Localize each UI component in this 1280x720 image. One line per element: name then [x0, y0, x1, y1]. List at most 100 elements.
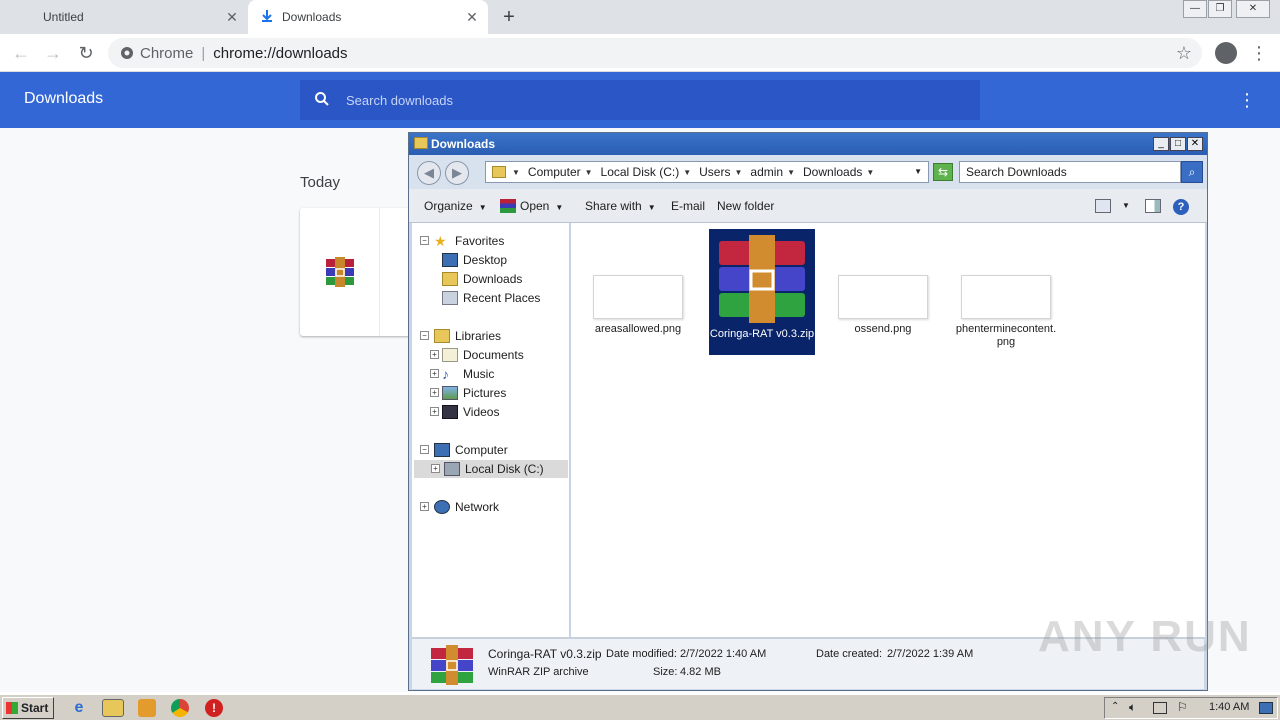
search-icon[interactable]: ⌕ [1181, 161, 1203, 183]
documents-icon [442, 348, 458, 362]
nav-pictures[interactable]: + Pictures [430, 384, 506, 402]
chevron-down-icon[interactable]: ▼ [512, 168, 520, 177]
breadcrumb-downloads[interactable]: Downloads [803, 165, 862, 179]
email-button[interactable]: E-mail [671, 199, 705, 213]
account-avatar-icon[interactable] [1215, 42, 1237, 64]
nav-videos[interactable]: + Videos [430, 403, 499, 421]
minimize-button[interactable]: — [1183, 0, 1207, 18]
tray-expand-icon[interactable]: ⌃ [1111, 701, 1119, 712]
back-button[interactable]: ← [10, 42, 32, 64]
history-dropdown-icon[interactable]: ▼ [914, 167, 922, 176]
file-name: areasallowed.png [594, 323, 682, 335]
downloads-search-input[interactable]: Search downloads [300, 80, 980, 120]
nav-label: Music [463, 367, 495, 381]
file-type: WinRAR ZIP archive [488, 666, 589, 678]
nav-label: Computer [455, 443, 508, 457]
explorer-search-input[interactable]: Search Downloads [959, 161, 1181, 183]
nav-music[interactable]: + ♪ Music [430, 365, 494, 383]
recent-places-icon [442, 291, 458, 305]
image-thumbnail [593, 275, 683, 319]
separator: | [201, 44, 206, 62]
media-player-icon[interactable] [138, 699, 156, 717]
breadcrumb-computer[interactable]: Computer [528, 165, 581, 179]
volume-icon[interactable]: 🔈︎ [1129, 700, 1136, 715]
nav-documents[interactable]: + Documents [430, 346, 524, 364]
help-icon[interactable]: ? [1173, 199, 1189, 215]
bookmark-star-icon[interactable]: ☆ [1176, 43, 1192, 64]
chevron-down-icon[interactable]: ▼ [585, 168, 593, 177]
forward-button[interactable]: → [42, 42, 64, 64]
chevron-down-icon[interactable]: ▼ [787, 168, 795, 177]
preview-pane-icon[interactable] [1145, 199, 1161, 213]
open-button[interactable]: Open ▼ [520, 199, 563, 213]
more-actions-icon[interactable]: ⋮ [1238, 90, 1256, 111]
date-created-value: 2/7/2022 1:39 AM [887, 648, 974, 660]
winrar-archive-icon [719, 235, 805, 323]
tab-downloads[interactable]: Downloads ✕ [248, 0, 488, 34]
nav-favorites[interactable]: − ★ Favorites [420, 232, 504, 250]
network-tray-icon[interactable] [1153, 702, 1167, 714]
file-item[interactable]: areasallowed.png [585, 275, 691, 336]
explorer-taskbar-icon[interactable] [102, 699, 124, 717]
videos-icon [442, 405, 458, 419]
close-window-button[interactable]: ✕ [1236, 0, 1270, 18]
restore-button[interactable]: ❐ [1208, 0, 1232, 18]
file-item[interactable]: ossend.png [830, 275, 936, 336]
chevron-down-icon[interactable]: ▼ [1122, 201, 1130, 210]
nav-libraries[interactable]: − Libraries [420, 327, 501, 345]
chevron-down-icon[interactable]: ▼ [734, 168, 742, 177]
file-item-selected[interactable]: Coringa-RAT v0.3.zip [709, 229, 815, 355]
nav-computer[interactable]: − Computer [420, 441, 508, 459]
refresh-icon[interactable]: ⇆ [933, 163, 953, 181]
organize-button[interactable]: Organize ▼ [424, 199, 487, 213]
stop-icon[interactable]: ! [205, 699, 223, 717]
new-tab-button[interactable]: + [498, 6, 520, 28]
file-name: Coringa-RAT v0.3.zip [709, 328, 815, 340]
nav-label: Documents [463, 348, 524, 362]
page-title: Downloads [24, 90, 104, 107]
explorer-titlebar[interactable]: Downloads _ □ ✕ [409, 133, 1207, 155]
tab-untitled[interactable]: Untitled ✕ [0, 0, 248, 34]
minimize-button[interactable]: _ [1153, 137, 1169, 151]
reload-button[interactable]: ↻ [75, 42, 97, 64]
breadcrumb-local-disk[interactable]: Local Disk (C:) [601, 165, 680, 179]
chrome-menu-icon[interactable]: ⋮ [1250, 42, 1268, 64]
close-icon[interactable]: ✕ [464, 9, 480, 25]
address-bar[interactable]: Chrome | chrome://downloads ☆ [108, 38, 1202, 68]
chrome-taskbar-icon[interactable] [171, 699, 189, 717]
desktop-icon [442, 253, 458, 267]
organize-label: Organize [424, 199, 473, 213]
close-window-button[interactable]: ✕ [1187, 137, 1203, 151]
clock: 1:40 AM [1209, 701, 1250, 713]
change-view-icon[interactable] [1095, 199, 1111, 213]
nav-downloads[interactable]: Downloads [442, 270, 522, 288]
nav-label: Recent Places [463, 291, 541, 305]
nav-desktop[interactable]: Desktop [442, 251, 507, 269]
internet-explorer-icon[interactable]: e [70, 699, 88, 717]
computer-icon [434, 443, 450, 457]
close-icon[interactable]: ✕ [224, 9, 240, 25]
nav-network[interactable]: + Network [420, 498, 499, 516]
nav-recent-places[interactable]: Recent Places [442, 289, 540, 307]
windows-logo-icon [6, 702, 18, 714]
file-item[interactable]: phenterminecontent.png [953, 275, 1059, 349]
forward-button[interactable]: ▶ [445, 161, 469, 185]
new-folder-button[interactable]: New folder [717, 199, 774, 213]
navigation-pane: − ★ Favorites Desktop Downloads Recent Pla… [412, 223, 570, 637]
breadcrumb[interactable]: ▼ Computer ▼ Local Disk (C:) ▼ Users ▼ a… [485, 161, 929, 183]
command-bar: Organize ▼ Open ▼ Share with ▼ E-mail New f… [409, 189, 1207, 223]
breadcrumb-users[interactable]: Users [699, 165, 730, 179]
back-button[interactable]: ◀ [417, 161, 441, 185]
show-desktop-icon[interactable] [1259, 702, 1273, 714]
start-button[interactable]: Start [2, 697, 54, 719]
nav-local-disk[interactable]: + Local Disk (C:) [414, 460, 568, 478]
size-label: Size: [653, 666, 678, 678]
chevron-down-icon[interactable]: ▼ [683, 168, 691, 177]
tab-strip: Untitled ✕ Downloads ✕ + — ❐ ✕ [0, 0, 1280, 34]
action-center-flag-icon[interactable]: ⚐ [1177, 700, 1188, 714]
chevron-down-icon[interactable]: ▼ [866, 168, 874, 177]
share-with-button[interactable]: Share with ▼ [585, 199, 656, 213]
breadcrumb-admin[interactable]: admin [750, 165, 783, 179]
maximize-button[interactable]: □ [1170, 137, 1186, 151]
date-group-heading: Today [300, 174, 341, 191]
